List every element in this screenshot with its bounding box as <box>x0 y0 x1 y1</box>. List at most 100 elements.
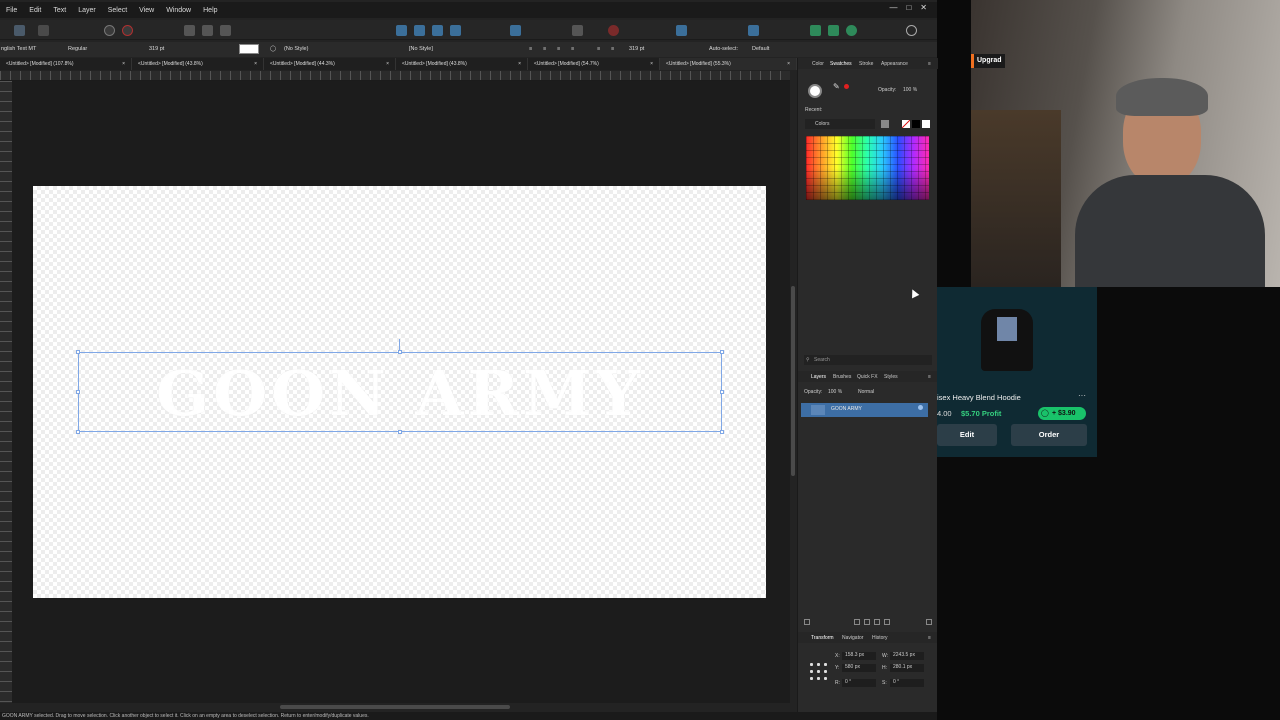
document-tab-active[interactable]: <Untitled> [Modified] (55.3%) × <box>660 58 797 70</box>
fill-swatch[interactable] <box>239 44 259 54</box>
adjustment-icon[interactable] <box>854 619 860 625</box>
tab-quickfx[interactable]: Quick FX <box>857 374 878 380</box>
color-swatch-grid[interactable] <box>806 136 929 200</box>
close-tab-icon[interactable]: × <box>650 58 653 70</box>
isolate-icon[interactable] <box>184 25 195 36</box>
menu-view[interactable]: View <box>133 7 160 14</box>
menu-edit[interactable]: Edit <box>23 7 47 14</box>
search-field[interactable]: ⚲ Search <box>804 355 932 365</box>
art-text-object[interactable]: GOON ARMY <box>76 339 724 434</box>
snap-grid-icon[interactable] <box>748 25 759 36</box>
add-layer-icon[interactable] <box>804 619 810 625</box>
w-field[interactable]: 2243.5 px <box>890 652 924 660</box>
settings-gear-icon[interactable] <box>104 25 115 36</box>
x-field[interactable]: 158.3 px <box>842 652 876 660</box>
selection-handle[interactable] <box>76 350 80 354</box>
export-icon[interactable] <box>810 25 821 36</box>
group-icon[interactable] <box>220 25 231 36</box>
edit-button[interactable]: Edit <box>937 424 997 446</box>
align-right-icon[interactable]: ≡ <box>557 45 560 54</box>
rotation-field[interactable]: 0 ° <box>842 679 876 687</box>
flip-horizontal-icon[interactable] <box>396 25 407 36</box>
font-style-field[interactable]: Regular <box>68 45 112 54</box>
panel-menu-icon[interactable]: ≡ <box>928 61 931 67</box>
recent-color-swatch[interactable] <box>844 84 849 89</box>
arrange-front-icon[interactable] <box>432 25 443 36</box>
align-center-icon[interactable]: ≡ <box>543 45 546 54</box>
h-field[interactable]: 280.1 px <box>890 664 924 672</box>
document-tab[interactable]: <Untitled> [Modified] (107.8%) × <box>0 58 132 70</box>
align-icon[interactable] <box>202 25 213 36</box>
more-options-icon[interactable]: ··· <box>1078 391 1086 400</box>
panel-menu-icon[interactable]: ≡ <box>928 635 931 641</box>
tab-history[interactable]: History <box>872 635 888 641</box>
selection-handle[interactable] <box>720 430 724 434</box>
selection-handle[interactable] <box>398 350 402 354</box>
menu-layer[interactable]: Layer <box>72 7 102 14</box>
autoselect-dropdown[interactable]: Default <box>752 45 769 54</box>
document-tab[interactable]: <Untitled> [Modified] (44.3%) × <box>264 58 396 70</box>
menu-select[interactable]: Select <box>102 7 133 14</box>
scrollbar-thumb[interactable] <box>791 286 795 476</box>
art-text[interactable]: GOON ARMY <box>79 357 721 430</box>
black-swatch[interactable] <box>912 120 920 128</box>
tab-navigator[interactable]: Navigator <box>842 635 863 641</box>
horizontal-scrollbar[interactable] <box>12 703 790 711</box>
fill-stroke-selector[interactable] <box>808 84 822 98</box>
palette-options-icon[interactable] <box>881 120 889 128</box>
crop-icon[interactable] <box>572 25 583 36</box>
tab-swatches[interactable]: Swatches <box>830 61 852 67</box>
scrollbar-thumb[interactable] <box>280 705 510 709</box>
eyedropper-icon[interactable]: ✎ <box>833 82 840 91</box>
visibility-icon[interactable] <box>918 405 923 410</box>
maximize-icon[interactable]: □ <box>906 3 911 12</box>
opacity-value[interactable]: 100 % <box>903 87 917 93</box>
close-tab-icon[interactable]: × <box>386 58 389 70</box>
document-tab[interactable]: <Untitled> [Modified] (43.8%) × <box>396 58 528 70</box>
tab-transform[interactable]: Transform <box>811 635 834 641</box>
group-layer-icon[interactable] <box>884 619 890 625</box>
white-swatch[interactable] <box>922 120 930 128</box>
tab-appearance[interactable]: Appearance <box>881 61 908 67</box>
close-tab-icon[interactable]: × <box>122 58 125 70</box>
arrange-back-icon[interactable] <box>450 25 461 36</box>
blend-mode-dropdown[interactable]: Normal <box>858 389 874 395</box>
size-secondary-field[interactable]: 319 pt <box>629 45 659 54</box>
layer-row-selected[interactable]: GOON ARMY <box>801 403 928 417</box>
tab-layers[interactable]: Layers <box>811 374 826 380</box>
vertical-scrollbar[interactable] <box>790 71 797 711</box>
numbering-icon[interactable]: ≡ <box>611 45 614 54</box>
mask-icon[interactable] <box>874 619 880 625</box>
menu-window[interactable]: Window <box>160 7 197 14</box>
assistant-icon[interactable] <box>676 25 687 36</box>
y-field[interactable]: 580 px <box>842 664 876 672</box>
tab-stroke[interactable]: Stroke <box>859 61 873 67</box>
color-picker-icon[interactable] <box>608 25 619 36</box>
selection-handle[interactable] <box>720 390 724 394</box>
close-tab-icon[interactable]: × <box>787 58 790 70</box>
upgrade-banner[interactable]: Upgrad <box>971 54 1005 68</box>
vertical-ruler[interactable] <box>0 81 12 703</box>
persona-designer-icon[interactable] <box>14 25 25 36</box>
fx-icon[interactable] <box>864 619 870 625</box>
no-fill-swatch[interactable] <box>902 120 910 128</box>
selection-handle[interactable] <box>398 430 402 434</box>
shear-field[interactable]: 0 ° <box>890 679 924 687</box>
align-left-icon[interactable]: ≡ <box>529 45 532 54</box>
menu-text[interactable]: Text <box>47 7 72 14</box>
horizontal-ruler[interactable] <box>0 71 790 81</box>
palette-selector[interactable]: Colors <box>805 119 875 129</box>
character-style-field[interactable]: [No Style] <box>409 45 459 54</box>
close-tab-icon[interactable]: × <box>254 58 257 70</box>
menu-help[interactable]: Help <box>197 7 223 14</box>
panel-menu-icon[interactable]: ≡ <box>928 374 931 380</box>
flip-vertical-icon[interactable] <box>414 25 425 36</box>
minimize-icon[interactable]: — <box>889 3 897 12</box>
paragraph-style-field[interactable]: (No Style) <box>284 45 336 54</box>
selection-handle[interactable] <box>76 390 80 394</box>
tab-styles[interactable]: Styles <box>884 374 898 380</box>
snapping-icon[interactable] <box>122 25 133 36</box>
tab-color[interactable]: Color <box>812 61 824 67</box>
bullets-icon[interactable]: ≡ <box>597 45 600 54</box>
selection-handle[interactable] <box>76 430 80 434</box>
